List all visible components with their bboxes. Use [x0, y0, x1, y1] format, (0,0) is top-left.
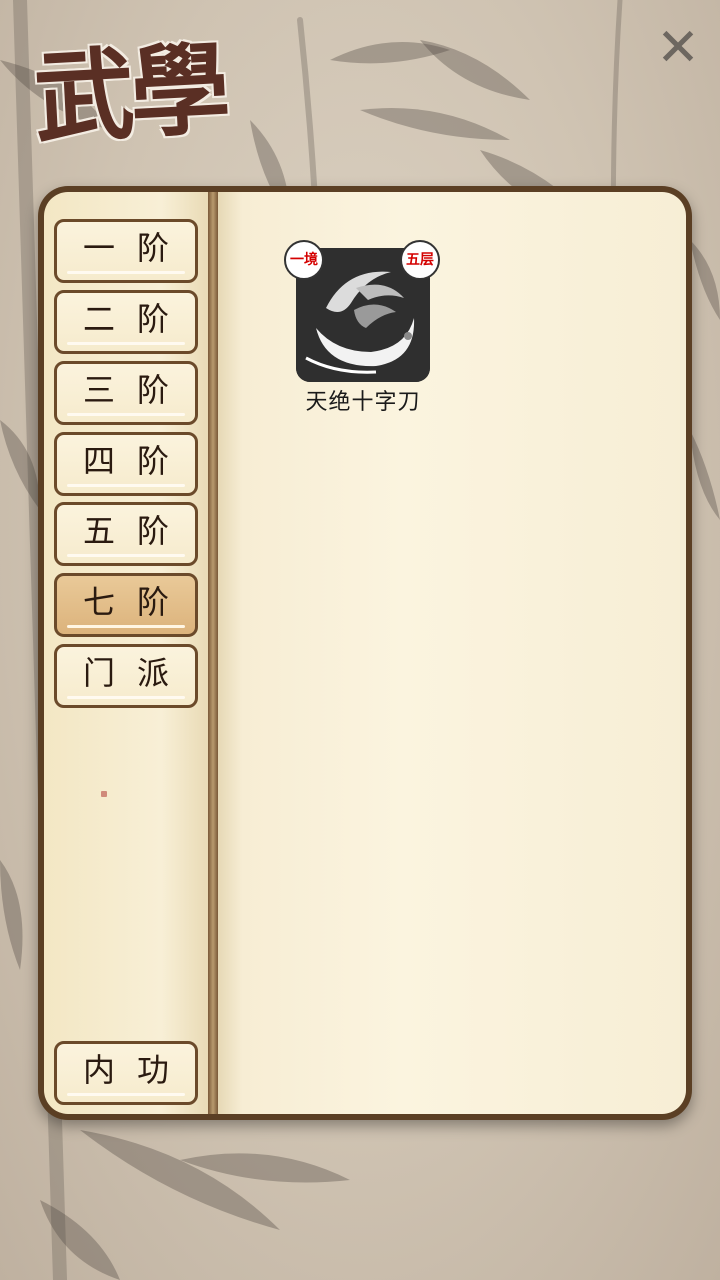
tab-underline — [67, 271, 185, 274]
tab-sect[interactable]: 门派 — [54, 644, 198, 708]
tab-tier-3[interactable]: 三阶 — [54, 361, 198, 425]
tab-underline — [67, 413, 185, 416]
tab-underline — [67, 696, 185, 699]
level-badge: 五层 — [400, 240, 440, 280]
tab-label: 三阶 — [82, 371, 191, 409]
tab-underline — [67, 554, 185, 557]
tab-label: 四阶 — [82, 442, 191, 480]
tab-label: 门派 — [82, 654, 191, 692]
tab-underline — [67, 342, 185, 345]
decorative-dot — [101, 791, 107, 797]
skill-page — [214, 192, 686, 1114]
book-spine-divider — [208, 192, 218, 1114]
tab-tier-2[interactable]: 二阶 — [54, 290, 198, 354]
page-title: 武學 — [31, 29, 229, 158]
realm-badge: 一境 — [284, 240, 324, 280]
tab-underline — [67, 625, 185, 628]
tab-tier-5[interactable]: 五阶 — [54, 502, 198, 566]
tab-underline — [67, 1093, 185, 1096]
tab-label: 五阶 — [82, 512, 191, 550]
tab-label: 一阶 — [82, 229, 191, 267]
skill-name: 天绝十字刀 — [305, 390, 421, 415]
skill-card[interactable]: 一境 五层 天绝十字刀 — [284, 240, 440, 422]
tab-tier-7[interactable]: 七阶 — [54, 573, 198, 637]
tab-label: 内功 — [82, 1051, 191, 1089]
close-icon[interactable]: ✕ — [652, 20, 704, 76]
tab-tier-1[interactable]: 一阶 — [54, 219, 198, 283]
tab-underline — [67, 484, 185, 487]
tab-label: 二阶 — [82, 300, 191, 338]
tab-tier-4[interactable]: 四阶 — [54, 432, 198, 496]
tab-label: 七阶 — [82, 583, 191, 621]
tab-inner-power[interactable]: 内功 — [54, 1041, 198, 1105]
